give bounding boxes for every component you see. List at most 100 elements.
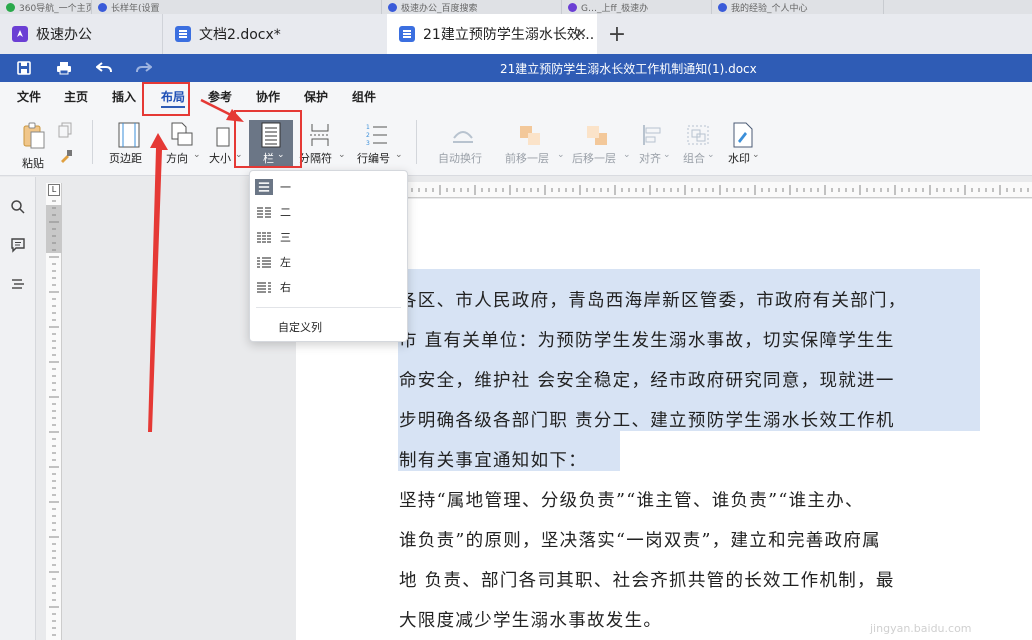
menu-collaborate[interactable]: 协作 (256, 88, 280, 105)
bring-forward-label: 前移一层 (505, 152, 549, 165)
paragraph-line[interactable]: 制有关事宜通知如下： (399, 441, 979, 481)
size-label: 大小 (209, 152, 231, 165)
browser-favicon-icon (568, 2, 577, 12)
browser-tab[interactable]: 360导航_一个主页 (0, 0, 92, 14)
undo-icon[interactable] (94, 58, 114, 78)
margins-icon (118, 122, 140, 148)
paragraph-line[interactable]: 市 直有关单位：为预防学生发生溺水事故，切实保障学生生 (399, 321, 979, 361)
watermark-button[interactable] (732, 122, 756, 148)
menu-insert[interactable]: 插入 (112, 88, 136, 105)
browser-favicon-icon (388, 2, 397, 12)
close-icon[interactable]: ✕ (575, 26, 587, 42)
chevron-down-icon: ⌄ (193, 150, 201, 160)
document-icon (175, 26, 191, 42)
margins-button[interactable] (118, 122, 142, 148)
align-label: 对齐 (639, 152, 661, 165)
columns-option-two[interactable]: 二 (250, 200, 407, 224)
watermark-label: 水印 (728, 152, 750, 165)
browser-tab[interactable]: 长样年(设置 (92, 0, 382, 14)
redo-icon[interactable] (134, 58, 154, 78)
columns-dropdown-menu: 一 二 三 左 右 自定义列 (249, 170, 408, 342)
browser-favicon-icon (98, 2, 107, 12)
search-icon[interactable] (10, 199, 26, 215)
group-button[interactable] (686, 124, 710, 150)
layout-ribbon: 粘贴 页边距 方向 ⌄ 大小 ⌄ 栏 ⌄ 分隔符 ⌄ 123 行编号 ⌄ 自动换… (0, 110, 1032, 176)
paste-icon (23, 122, 45, 149)
chevron-down-icon: ⌄ (623, 150, 631, 160)
browser-tab-strip: 360导航_一个主页 长样年(设置 极速办公_百度搜索 G…_上ff_极速办 我… (0, 0, 1032, 14)
breaks-icon (310, 124, 330, 146)
columns-option-one[interactable]: 一 (250, 175, 407, 199)
chevron-down-icon: ⌄ (338, 150, 346, 160)
menu-protect[interactable]: 保护 (304, 88, 328, 105)
comment-icon[interactable] (10, 237, 26, 253)
custom-columns-option[interactable]: 自定义列 (278, 319, 322, 335)
browser-favicon-icon (718, 2, 727, 12)
send-backward-label: 后移一层 (572, 152, 616, 165)
browser-favicon-icon (6, 2, 15, 12)
align-button[interactable] (642, 124, 666, 150)
orientation-label: 方向 (166, 152, 188, 165)
paragraph-line[interactable]: 各区、市人民政府，青岛西海岸新区管委，市政府有关部门， (399, 281, 979, 321)
columns-option-right[interactable]: 右 (250, 275, 407, 299)
format-painter-icon[interactable] (58, 148, 74, 164)
tab-active-document[interactable]: 21建立预防学生溺水长效... ✕ (387, 14, 597, 54)
tab-stop-selector[interactable]: L (48, 184, 60, 196)
bring-forward-button[interactable] (518, 124, 542, 150)
two-columns-icon (257, 207, 271, 218)
breaks-button[interactable] (308, 122, 332, 148)
columns-option-three[interactable]: 三 (250, 225, 407, 249)
new-tab-button[interactable]: + (597, 14, 637, 54)
right-column-icon (257, 282, 271, 293)
document-tab-bar: 极速办公 文档2.docx* 21建立预防学生溺水长效... ✕ + (0, 14, 1032, 54)
send-backward-icon (587, 126, 607, 145)
tab-label: 极速办公 (36, 27, 92, 43)
menu-references[interactable]: 参考 (208, 88, 232, 105)
bring-forward-icon (520, 126, 540, 145)
wrap-text-button[interactable] (451, 124, 475, 150)
tab-home[interactable]: 极速办公 (0, 14, 162, 54)
menu-plugins[interactable]: 组件 (352, 88, 376, 105)
wrap-text-label: 自动换行 (438, 152, 482, 165)
paragraph-line[interactable]: 谁负责”的原则，坚决落实“一岗双责”，建立和完善政府属 (399, 521, 979, 561)
group-label: 组合 (683, 152, 705, 165)
copy-icon[interactable] (58, 122, 74, 138)
line-numbers-label: 行编号 (357, 152, 390, 165)
svg-text:2: 2 (366, 132, 370, 139)
paste-label: 粘贴 (22, 157, 44, 170)
tab-label: 21建立预防学生溺水长效... (423, 27, 595, 43)
menu-home[interactable]: 主页 (64, 88, 88, 105)
chevron-down-icon: ⌄ (557, 150, 565, 160)
wrap-text-icon (453, 131, 473, 143)
chevron-down-icon: ⌄ (395, 150, 403, 160)
browser-tab[interactable]: 我的经验_个人中心 (712, 0, 884, 14)
outline-icon[interactable] (10, 277, 26, 293)
print-icon[interactable] (54, 58, 74, 78)
document-title: 21建立预防学生溺水长效工作机制通知(1).docx (500, 62, 757, 76)
orientation-button[interactable] (170, 122, 194, 148)
save-icon[interactable] (14, 58, 34, 78)
chevron-down-icon: ⌄ (663, 150, 671, 160)
paste-button[interactable] (22, 122, 46, 149)
svg-text:3: 3 (366, 140, 370, 147)
one-column-icon (255, 179, 273, 195)
menu-divider (256, 307, 401, 308)
browser-tab[interactable]: G…_上ff_极速办 (562, 0, 712, 14)
paragraph-line[interactable]: 地 负责、部门各司其职、社会齐抓共管的长效工作机制，最 (399, 561, 979, 601)
title-bar: 21建立预防学生溺水长效工作机制通知(1).docx (0, 54, 1032, 82)
page-size-icon (216, 127, 230, 147)
paragraph-line[interactable]: 命安全，维护社 会安全稳定，经市政府研究同意，现就进一 (399, 361, 979, 401)
columns-option-left[interactable]: 左 (250, 250, 407, 274)
watermark-icon (733, 122, 753, 148)
tab-document-2[interactable]: 文档2.docx* (162, 14, 387, 54)
menu-file[interactable]: 文件 (17, 88, 41, 105)
left-sidebar (0, 177, 36, 640)
send-backward-button[interactable] (585, 124, 609, 150)
highlight-columns-button (234, 110, 302, 168)
paragraph-line[interactable]: 步明确各级各部门职 责分工、建立预防学生溺水长效工作机 (399, 401, 979, 441)
size-button[interactable] (216, 122, 230, 148)
paragraph-line[interactable]: 坚持“属地管理、分级负责”“谁主管、谁负责”“谁主办、 (399, 481, 979, 521)
svg-text:1: 1 (366, 124, 370, 131)
browser-tab[interactable]: 极速办公_百度搜索 (382, 0, 562, 14)
line-numbers-button[interactable]: 123 (365, 122, 389, 148)
